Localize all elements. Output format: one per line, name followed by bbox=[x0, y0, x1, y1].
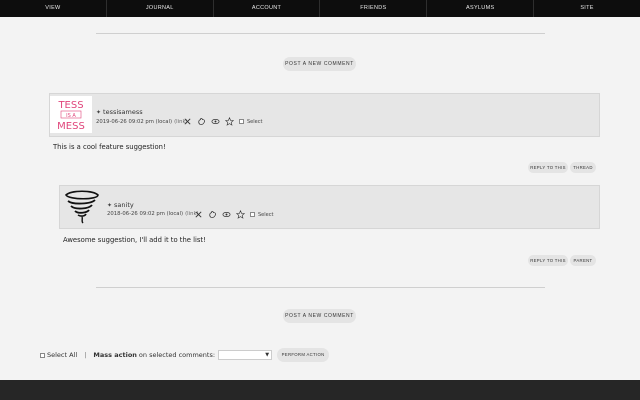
comment-header-sanity bbox=[59, 185, 600, 229]
select-label: Select bbox=[258, 211, 274, 218]
delete-icon[interactable] bbox=[194, 210, 203, 219]
select-label: Select bbox=[247, 118, 263, 125]
select-checkbox[interactable] bbox=[250, 212, 255, 217]
username-label: sanity bbox=[114, 201, 134, 209]
star-icon[interactable] bbox=[225, 117, 234, 126]
nav-asylums[interactable]: ASYLUMS bbox=[427, 0, 535, 17]
mass-action-select[interactable]: ▼ bbox=[218, 350, 273, 360]
avatar-tessisamess-image: TESS IS A MESS bbox=[50, 96, 92, 133]
select-checkbox[interactable] bbox=[239, 119, 244, 124]
page-footer bbox=[0, 380, 640, 400]
mass-action-description: on selected comments: bbox=[138, 351, 216, 359]
screen-icon[interactable] bbox=[197, 117, 206, 126]
username-label: tessisamess bbox=[103, 108, 143, 116]
nav-friends[interactable]: FRIENDS bbox=[320, 0, 428, 17]
avatar-sanity-tornado-image bbox=[64, 190, 99, 224]
track-eye-icon[interactable] bbox=[211, 117, 220, 126]
mass-action-bar: Select All | Mass action on selected com… bbox=[40, 348, 330, 362]
select-all-checkbox[interactable] bbox=[40, 352, 45, 358]
reply-button[interactable]: REPLY TO THIS bbox=[528, 162, 568, 173]
divider-top bbox=[96, 33, 545, 34]
select-all-label: Select All bbox=[47, 351, 78, 359]
avatar-text-line-1: TESS bbox=[57, 100, 83, 111]
comment-body-tessisamess: This is a cool feature suggestion! bbox=[53, 143, 166, 151]
comment-actions: Select bbox=[194, 210, 273, 219]
avatar-tessisamess[interactable]: TESS IS A MESS bbox=[50, 96, 92, 133]
screen-icon[interactable] bbox=[208, 210, 217, 219]
avatar-text-line-2: IS A bbox=[66, 113, 76, 119]
comment-date: 2018-06-26 09:02 pm (local) bbox=[107, 211, 184, 217]
divider-bottom bbox=[96, 287, 545, 288]
comment-actions: Select bbox=[183, 117, 262, 126]
comment-username-tessisamess[interactable]: ✦ tessisamess bbox=[96, 108, 143, 116]
select-comment: Select bbox=[250, 212, 273, 218]
select-comment: Select bbox=[239, 119, 262, 125]
user-icon: ✦ bbox=[107, 201, 113, 209]
nav-account[interactable]: ACCOUNT bbox=[214, 0, 321, 17]
delete-icon[interactable] bbox=[183, 117, 192, 126]
comment-username-sanity[interactable]: ✦ sanity bbox=[107, 201, 134, 209]
avatar-sanity[interactable] bbox=[61, 188, 103, 226]
mass-action-label: Mass action bbox=[93, 351, 137, 359]
avatar-text-line-3: MESS bbox=[57, 121, 85, 132]
reply-button[interactable]: REPLY TO THIS bbox=[528, 255, 568, 266]
comment-body-sanity: Awesome suggestion, I'll add it to the l… bbox=[63, 236, 206, 244]
chevron-down-icon: ▼ bbox=[265, 352, 270, 358]
parent-button[interactable]: PARENT bbox=[570, 255, 596, 266]
post-comment-button-top[interactable]: POST A NEW COMMENT bbox=[283, 57, 356, 71]
star-icon[interactable] bbox=[236, 210, 245, 219]
thread-button[interactable]: THREAD bbox=[570, 162, 596, 173]
track-eye-icon[interactable] bbox=[222, 210, 231, 219]
user-icon: ✦ bbox=[96, 108, 102, 116]
perform-action-button[interactable]: PERFORM ACTION bbox=[277, 348, 330, 362]
post-comment-button-bottom[interactable]: POST A NEW COMMENT bbox=[283, 309, 356, 323]
comment-meta: 2019-06-26 09:02 pm (local) (link) bbox=[96, 119, 188, 125]
nav-view[interactable]: VIEW bbox=[0, 0, 107, 17]
top-navigation: VIEW JOURNAL ACCOUNT FRIENDS ASYLUMS SIT… bbox=[0, 0, 640, 17]
nav-site[interactable]: SITE bbox=[534, 0, 640, 17]
comment-meta: 2018-06-26 09:02 pm (local) (link) bbox=[107, 211, 199, 217]
comment-date: 2019-06-26 09:02 pm (local) bbox=[96, 119, 173, 125]
nav-journal[interactable]: JOURNAL bbox=[107, 0, 214, 17]
separator: | bbox=[84, 351, 87, 359]
